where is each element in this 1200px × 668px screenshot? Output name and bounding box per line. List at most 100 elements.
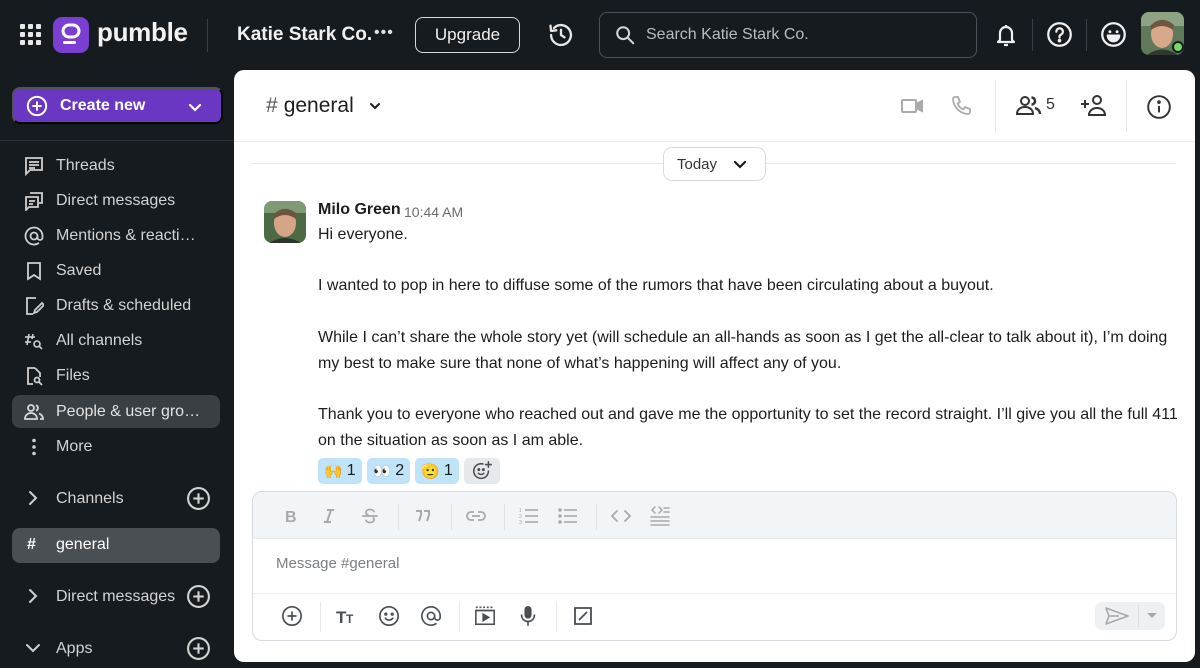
slash-command-icon[interactable] [571, 604, 595, 628]
more-vertical-icon [24, 437, 44, 457]
text-format-icon[interactable]: TT [335, 604, 359, 628]
sidebar-item-label: Direct messages [56, 192, 176, 209]
emoji-icon[interactable] [377, 604, 401, 628]
help-icon[interactable] [1046, 21, 1073, 48]
people-icon [24, 402, 44, 422]
message-input[interactable] [276, 555, 1136, 572]
search-icon [614, 24, 636, 46]
reaction-saluting-face[interactable]: 🫡 1 [415, 458, 459, 484]
member-count[interactable]: 5 [1046, 96, 1055, 114]
phone-call-icon[interactable] [950, 94, 974, 118]
create-new-label: Create new [60, 96, 146, 114]
sidebar-channel-general[interactable]: # general [12, 528, 220, 563]
chevron-down-icon [733, 159, 747, 171]
day-divider-button[interactable]: Today [663, 147, 766, 181]
section-apps[interactable]: Apps [12, 632, 222, 665]
chevron-down-icon [187, 99, 203, 115]
sidebar-item-more[interactable]: More [12, 430, 220, 463]
sidebar-item-label: Threads [56, 157, 115, 174]
send-button-group [1095, 602, 1165, 630]
upgrade-button[interactable]: Upgrade [415, 17, 520, 53]
sidebar-item-threads[interactable]: Threads [12, 149, 220, 182]
add-reaction-button[interactable] [463, 458, 500, 484]
message-timestamp[interactable]: 10:44 AM [404, 204, 463, 220]
divider [451, 504, 452, 530]
microphone-icon[interactable] [516, 604, 540, 628]
svg-text:B: B [285, 509, 297, 524]
code-icon[interactable] [609, 504, 633, 528]
video-clip-icon[interactable] [473, 604, 497, 628]
search-bar[interactable] [599, 12, 977, 58]
sidebar-item-drafts[interactable]: Drafts & scheduled [12, 289, 220, 322]
divider [556, 602, 557, 632]
search-input[interactable] [646, 26, 946, 44]
bulleted-list-icon[interactable] [556, 504, 580, 528]
section-channels[interactable]: Channels [12, 482, 222, 515]
sidebar-item-all-channels[interactable]: All channels [12, 324, 220, 357]
reaction-eyes[interactable]: 👀 2 [366, 458, 411, 484]
channel-info-icon[interactable] [1146, 94, 1172, 120]
send-icon[interactable] [1105, 607, 1129, 625]
mention-icon[interactable] [419, 604, 443, 628]
sidebar-item-people[interactable]: People & user gro… [12, 395, 220, 428]
sidebar-item-saved[interactable]: Saved [12, 254, 220, 287]
divider [1126, 80, 1127, 132]
message-composer: B 123 Message #general T T [252, 491, 1177, 641]
app-grid-icon[interactable] [20, 24, 41, 45]
reaction-count: 1 [346, 462, 356, 479]
send-options-caret-icon[interactable] [1147, 613, 1157, 618]
video-call-icon[interactable] [900, 94, 924, 118]
quote-icon[interactable] [411, 504, 435, 528]
message-text: While I can’t share the whole story yet … [318, 329, 1168, 372]
create-new-button[interactable]: Create new [12, 87, 223, 124]
notifications-bell-icon[interactable] [994, 21, 1018, 49]
message-text: Hi everyone. [318, 226, 408, 243]
link-icon[interactable] [464, 504, 488, 528]
channel-title-button[interactable]: # general [266, 94, 382, 118]
channel-hash-icon: # [266, 94, 278, 117]
section-label: Apps [56, 640, 93, 657]
divider [398, 504, 399, 530]
channel-label: general [56, 536, 110, 553]
chevron-right-icon [25, 588, 41, 604]
add-app-icon[interactable] [186, 636, 211, 661]
sidebar-item-mentions[interactable]: Mentions & reacti… [12, 219, 220, 252]
add-member-icon[interactable] [1080, 94, 1108, 118]
members-icon[interactable] [1016, 94, 1042, 118]
reaction-count: 2 [395, 462, 405, 479]
status-emoji-icon[interactable] [1100, 21, 1127, 48]
sidebar-item-direct-messages[interactable]: Direct messages [12, 184, 220, 217]
divider [207, 19, 208, 52]
bold-icon[interactable]: B [279, 504, 303, 528]
sidebar-item-label: More [56, 438, 93, 455]
online-status-indicator [1172, 41, 1184, 53]
history-icon[interactable] [547, 21, 575, 49]
svg-text:T: T [346, 612, 354, 625]
add-direct-message-icon[interactable] [186, 584, 211, 609]
italic-icon[interactable] [317, 504, 341, 528]
channel-panel: # general 5 Today Milo Green 10:44 AM Hi… [234, 70, 1195, 662]
workspace-name[interactable]: Katie Stark Co. [237, 24, 372, 46]
section-label: Direct messages [56, 588, 176, 605]
eyes-emoji-icon: 👀 [372, 463, 392, 480]
svg-text:3: 3 [519, 520, 522, 525]
divider [504, 504, 505, 530]
reaction-raised-hands[interactable]: 🙌 1 [318, 458, 362, 484]
channel-hash-icon: # [27, 536, 36, 553]
sidebar-item-files[interactable]: Files [12, 359, 220, 392]
bookmark-icon [24, 261, 44, 281]
section-direct-messages[interactable]: Direct messages [12, 580, 222, 613]
numbered-list-icon[interactable]: 123 [517, 504, 541, 528]
brand-name: pumble [97, 17, 188, 47]
sidebar-item-label: Files [56, 367, 90, 384]
reactions: 🙌 1 👀 2 🫡 1 [318, 458, 500, 484]
author-avatar[interactable] [264, 201, 306, 243]
strikethrough-icon[interactable] [358, 504, 382, 528]
add-channel-icon[interactable] [186, 486, 211, 511]
author-name[interactable]: Milo Green [318, 201, 401, 219]
reaction-count: 1 [443, 462, 453, 479]
workspace-menu-button[interactable]: ••• [374, 24, 394, 42]
code-block-icon[interactable] [648, 504, 672, 528]
raised-hands-emoji-icon: 🙌 [324, 463, 343, 480]
attach-plus-icon[interactable] [280, 604, 304, 628]
